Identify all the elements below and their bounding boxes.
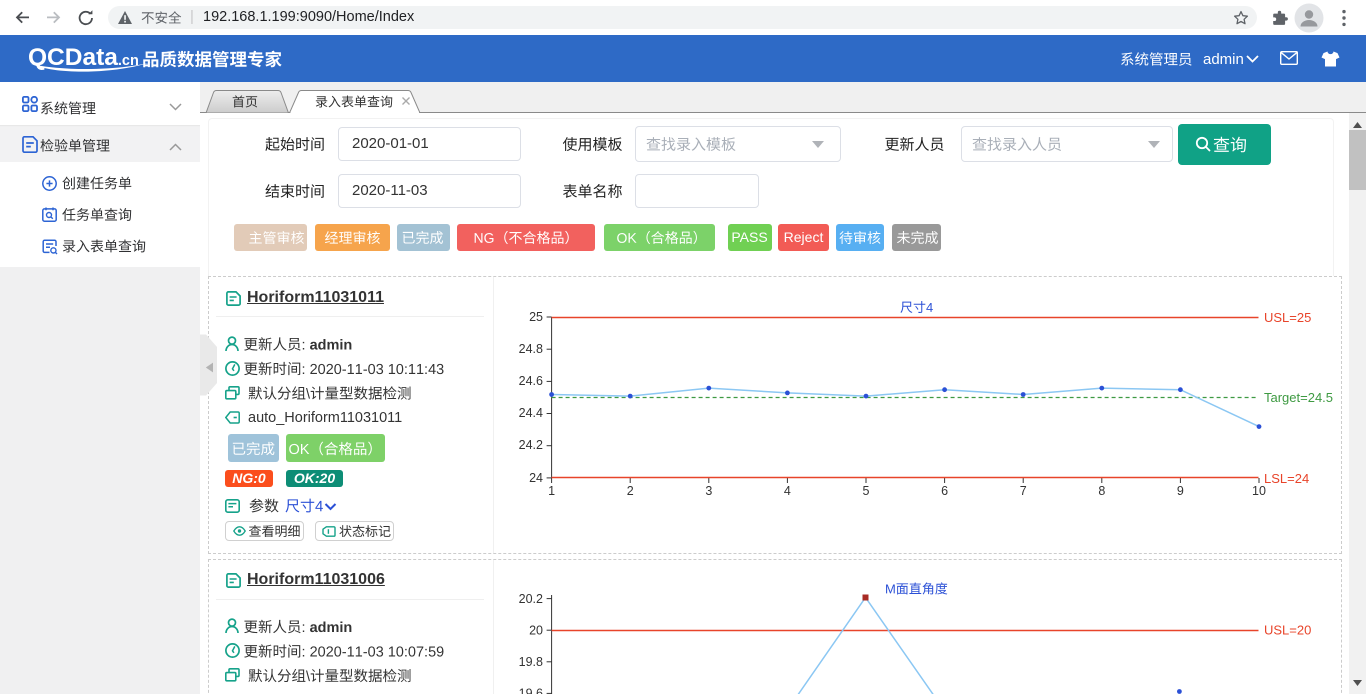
- svg-text:3: 3: [705, 484, 712, 498]
- svg-text:Target=24.5: Target=24.5: [1264, 390, 1333, 405]
- svg-text:25: 25: [529, 310, 543, 324]
- svg-text:7: 7: [1020, 484, 1027, 498]
- svg-text:24.8: 24.8: [519, 342, 543, 356]
- svg-text:24.4: 24.4: [519, 406, 543, 420]
- svg-text:5: 5: [863, 484, 870, 498]
- svg-text:8: 8: [1098, 484, 1105, 498]
- svg-text:20: 20: [529, 624, 543, 638]
- svg-text:4: 4: [784, 484, 791, 498]
- svg-text:1: 1: [548, 484, 555, 498]
- svg-text:19.8: 19.8: [519, 655, 543, 669]
- svg-text:USL=20: USL=20: [1264, 623, 1311, 638]
- svg-text:9: 9: [1177, 484, 1184, 498]
- svg-text:2: 2: [627, 484, 634, 498]
- svg-text:19.6: 19.6: [519, 687, 543, 694]
- svg-text:10: 10: [1252, 484, 1266, 498]
- svg-text:24.6: 24.6: [519, 374, 543, 388]
- svg-text:6: 6: [941, 484, 948, 498]
- svg-text:24: 24: [529, 471, 543, 485]
- svg-text:20.2: 20.2: [519, 592, 543, 606]
- svg-text:USL=25: USL=25: [1264, 310, 1311, 325]
- svg-text:24.2: 24.2: [519, 438, 543, 452]
- svg-text:LSL=24: LSL=24: [1264, 471, 1309, 486]
